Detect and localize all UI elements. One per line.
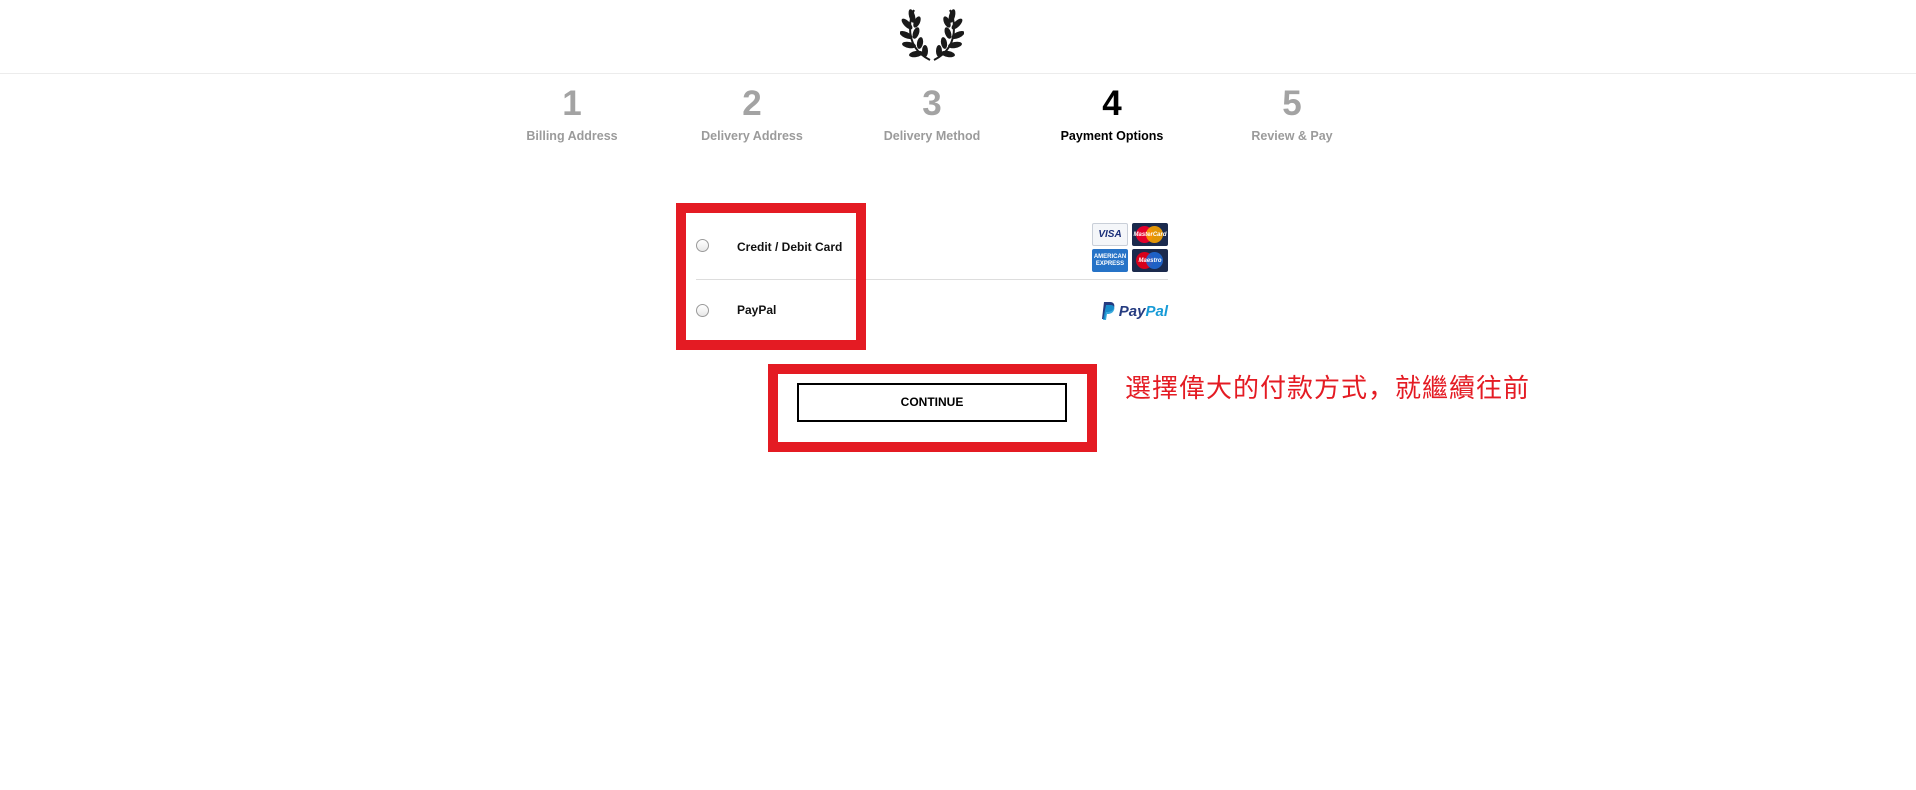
header [0, 0, 1916, 74]
visa-icon: VISA [1092, 223, 1128, 246]
step-delivery-method[interactable]: 3 Delivery Method [847, 84, 1017, 143]
mastercard-icon: MasterCard [1132, 223, 1168, 246]
step-review-and-pay: 5 Review & Pay [1207, 84, 1377, 143]
annotation-text: 選擇偉大的付款方式，就繼續往前 [1125, 374, 1531, 404]
step-delivery-address[interactable]: 2 Delivery Address [667, 84, 837, 143]
step-number: 5 [1282, 84, 1302, 123]
laurel-wreath-icon[interactable] [900, 8, 964, 64]
step-billing-address[interactable]: 1 Billing Address [487, 84, 657, 143]
paypal-p-icon [1101, 302, 1115, 320]
step-label: Payment Options [1060, 129, 1164, 143]
maestro-icon: Maestro [1132, 249, 1168, 272]
amex-icon: AMERICAN EXPRESS [1092, 249, 1128, 272]
step-label: Review & Pay [1251, 129, 1333, 143]
card-logos: VISA MasterCard AMERICAN EXPRESS Maestro [1092, 223, 1168, 273]
step-label: Delivery Method [883, 129, 981, 143]
step-label: Billing Address [526, 129, 618, 143]
highlight-box-continue [768, 364, 1097, 452]
step-number: 1 [562, 84, 582, 123]
paypal-logo: PayPal [1101, 300, 1168, 322]
checkout-page: 1 Billing Address 2 Delivery Address 3 D… [0, 0, 1916, 790]
checkout-steps: 1 Billing Address 2 Delivery Address 3 D… [0, 84, 1916, 154]
highlight-box-payment-options [676, 203, 866, 350]
step-label: Delivery Address [701, 129, 803, 143]
step-number: 4 [1102, 84, 1122, 123]
step-number: 2 [742, 84, 762, 123]
step-payment-options: 4 Payment Options [1027, 84, 1197, 143]
step-number: 3 [922, 84, 942, 123]
